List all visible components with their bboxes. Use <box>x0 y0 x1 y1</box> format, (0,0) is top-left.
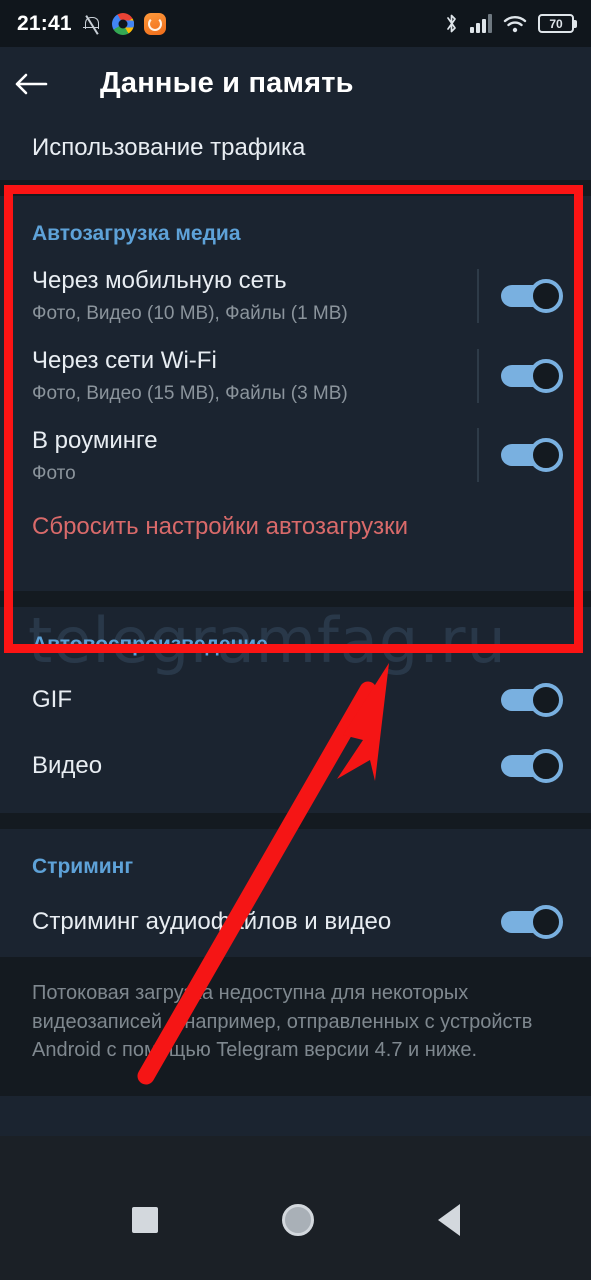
row-divider <box>477 268 479 323</box>
recents-square-icon[interactable] <box>131 1207 158 1233</box>
cellular-signal-icon <box>470 14 492 33</box>
wifi-icon <box>503 14 527 34</box>
page-title: Данные и память <box>100 67 354 99</box>
autodownload-row-mobile-title: Через мобильную сеть <box>32 267 287 294</box>
reset-autodownload-row[interactable]: Сбросить настройки автозагрузки <box>0 495 591 563</box>
streaming-row-text: Стриминг аудиофайлов и видео <box>32 907 501 937</box>
autoplay-section: Автовоспроизведение GIF Видео <box>0 607 591 814</box>
streaming-note: Потоковая загрузка недоступна для некото… <box>0 957 591 1083</box>
autodownload-mobile-toggle[interactable] <box>501 278 563 313</box>
back-triangle-icon[interactable] <box>437 1204 460 1236</box>
status-bar-right: 70 <box>444 13 574 34</box>
autodownload-row-wifi-text: Через сети Wi-Fi Фото, Видео (15 MB), Фа… <box>32 346 477 406</box>
section-gap <box>0 180 591 196</box>
autoplay-row-gif-title: GIF <box>32 686 72 714</box>
autodownload-wifi-toggle[interactable] <box>501 358 563 393</box>
orange-app-icon <box>143 12 166 35</box>
section-gap <box>0 1082 591 1097</box>
status-bar: 21:41 70 <box>0 0 591 47</box>
autoplay-row-gif-text: GIF <box>32 685 501 715</box>
autodownload-row-wifi[interactable]: Через сети Wi-Fi Фото, Видео (15 MB), Фа… <box>0 336 591 416</box>
status-bar-clock: 21:41 <box>17 11 72 35</box>
home-circle-icon[interactable] <box>281 1204 314 1236</box>
traffic-section: Использование трафика <box>0 120 591 180</box>
autodownload-row-mobile-text: Через мобильную сеть Фото, Видео (10 MB)… <box>32 266 477 326</box>
autoplay-video-toggle[interactable] <box>501 749 563 784</box>
row-divider <box>477 348 479 403</box>
autodownload-row-roaming-text: В роуминге Фото <box>32 426 477 486</box>
autodownload-row-mobile[interactable]: Через мобильную сеть Фото, Видео (10 MB)… <box>0 256 591 336</box>
autodownload-header: Автозагрузка медиа <box>32 222 241 245</box>
autodownload-row-wifi-subtitle: Фото, Видео (15 MB), Файлы (3 MB) <box>32 382 348 404</box>
autoplay-row-video-title: Видео <box>32 752 103 780</box>
section-gap <box>0 591 591 608</box>
battery-level-label: 70 <box>549 16 563 31</box>
back-arrow-icon <box>15 73 48 94</box>
reset-autodownload-label: Сбросить настройки автозагрузки <box>32 513 409 541</box>
streaming-section: Стриминг Стриминг аудиофайлов и видео <box>0 829 591 958</box>
android-nav-bar <box>0 1160 591 1280</box>
autodownload-row-roaming-title: В роуминге <box>32 426 158 454</box>
streaming-header: Стриминг <box>32 855 134 879</box>
battery-icon: 70 <box>538 14 574 33</box>
settings-scroll-content[interactable]: Использование трафика Автозагрузка медиа… <box>0 120 591 1160</box>
autodownload-row-roaming[interactable]: В роуминге Фото <box>0 416 591 496</box>
bluetooth-icon <box>444 13 459 34</box>
traffic-usage-row[interactable]: Использование трафика <box>0 120 591 180</box>
autoplay-gif-toggle[interactable] <box>501 683 563 718</box>
status-bar-left: 21:41 <box>17 12 166 36</box>
autodownload-row-mobile-subtitle: Фото, Видео (10 MB), Файлы (1 MB) <box>32 303 348 324</box>
autodownload-section: Автозагрузка медиа Через мобильную сеть … <box>0 196 591 592</box>
google-icon <box>111 12 134 35</box>
row-divider <box>477 428 479 483</box>
streaming-toggle[interactable] <box>501 905 563 940</box>
autoplay-row-gif[interactable]: GIF <box>0 667 591 733</box>
autodownload-roaming-toggle[interactable] <box>501 438 563 473</box>
autoplay-row-video[interactable]: Видео <box>0 733 591 799</box>
phone-screen: 21:41 70 Данные и память Использование т… <box>0 0 591 1280</box>
back-button[interactable] <box>0 47 62 120</box>
streaming-row-title: Стриминг аудиофайлов и видео <box>32 908 392 936</box>
bell-mute-icon <box>82 13 102 35</box>
app-bar: Данные и память <box>0 47 591 120</box>
streaming-row-audio-video[interactable]: Стриминг аудиофайлов и видео <box>0 889 591 957</box>
autodownload-row-roaming-subtitle: Фото <box>32 462 76 484</box>
autoplay-row-video-text: Видео <box>32 751 501 781</box>
autoplay-header: Автовоспроизведение <box>32 633 268 657</box>
section-gap <box>0 813 591 830</box>
autodownload-row-wifi-title: Через сети Wi-Fi <box>32 346 217 374</box>
next-section-partial <box>0 1096 591 1137</box>
